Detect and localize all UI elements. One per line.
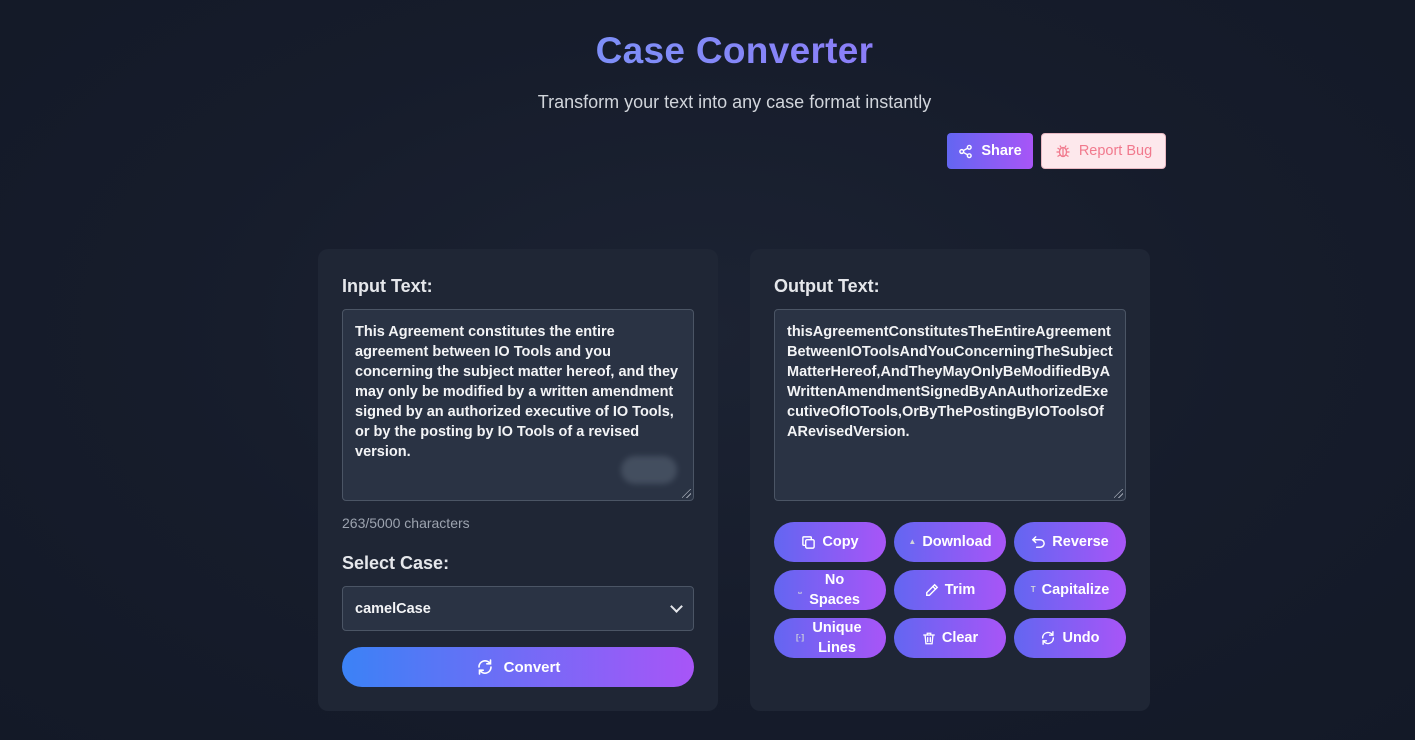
input-text-label: Input Text: (342, 276, 433, 296)
refresh-icon (1040, 630, 1056, 646)
copy-button[interactable]: Copy (774, 522, 886, 562)
copy-label: Copy (822, 534, 859, 550)
page-subtitle: Transform your text into any case format… (537, 92, 932, 112)
select-case-label: Select Case: (342, 553, 450, 573)
copy-icon (801, 535, 816, 550)
trash-icon (922, 631, 936, 646)
chevron-down-icon (670, 600, 683, 613)
output-textarea[interactable]: thisAgreementConstitutesTheEntireAgreeme… (774, 309, 1126, 501)
reverse-label: Reverse (1052, 534, 1109, 550)
output-card: Output Text: thisAgreementConstitutesThe… (750, 249, 1150, 711)
undo-arrow-icon (1031, 535, 1046, 550)
resize-handle[interactable] (682, 489, 691, 498)
character-count: 263/5000 characters (342, 515, 470, 531)
trim-button[interactable]: Trim (894, 570, 1006, 610)
brackets-icon: [·] (796, 633, 804, 642)
blurred-extension-widget (621, 456, 677, 484)
share-button[interactable]: Share (947, 133, 1033, 169)
convert-button[interactable]: Convert (342, 647, 694, 687)
output-text-label: Output Text: (774, 276, 880, 296)
capitalize-label: Capitalize (1041, 582, 1110, 598)
download-icon: ▲ (908, 537, 917, 546)
report-bug-button[interactable]: Report Bug (1041, 133, 1166, 169)
reverse-button[interactable]: Reverse (1014, 522, 1126, 562)
undo-label: Undo (1062, 630, 1100, 646)
pen-icon (925, 583, 939, 597)
capitalize-button[interactable]: T Capitalize (1014, 570, 1126, 610)
case-select[interactable]: camelCase (342, 586, 694, 631)
unique-lines-button[interactable]: [·] Unique Lines (774, 618, 886, 658)
output-text-value: thisAgreementConstitutesTheEntireAgreeme… (787, 324, 1113, 440)
resize-handle[interactable] (1114, 489, 1123, 498)
refresh-icon (476, 658, 494, 676)
text-icon: T (1030, 585, 1036, 594)
report-bug-label: Report Bug (1078, 143, 1153, 159)
case-select-value: camelCase (355, 600, 431, 617)
input-card: Input Text: This Agreement constitutes t… (318, 249, 718, 711)
unique-lines-label: Unique Lines (812, 620, 862, 656)
input-textarea[interactable]: This Agreement constitutes the entire ag… (342, 309, 694, 501)
clear-label: Clear (941, 630, 979, 646)
page-title: Case Converter (0, 30, 1415, 72)
input-text-value: This Agreement constitutes the entire ag… (355, 324, 679, 460)
download-button[interactable]: ▲ Download (894, 522, 1006, 562)
no-spaces-button[interactable]: ⎵ No Spaces (774, 570, 886, 610)
space-icon: ⎵ (798, 585, 802, 594)
download-label: Download (922, 534, 992, 550)
no-spaces-label: No Spaces (809, 572, 860, 608)
undo-button[interactable]: Undo (1014, 618, 1126, 658)
trim-label: Trim (944, 582, 976, 598)
convert-label: Convert (503, 658, 561, 676)
share-icon (958, 144, 973, 159)
share-label: Share (981, 143, 1022, 159)
bug-icon (1055, 143, 1071, 159)
clear-button[interactable]: Clear (894, 618, 1006, 658)
